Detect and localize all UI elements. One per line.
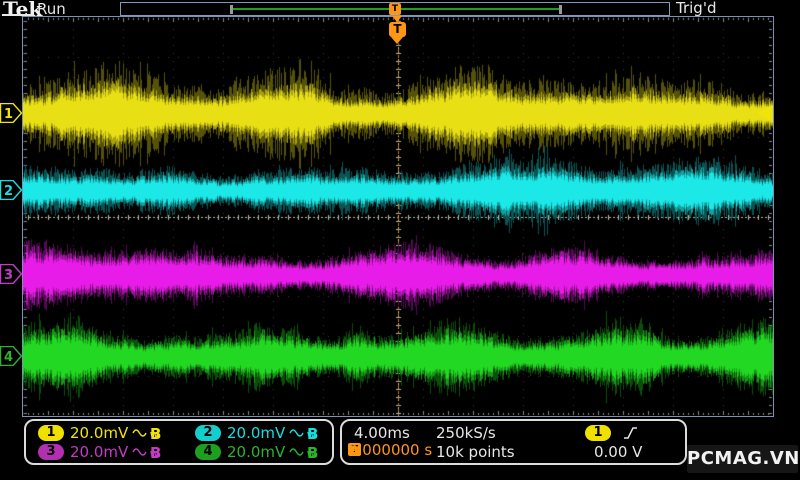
channel-3-marker-label: 3 [4, 268, 13, 283]
sample-rate: 250kS/s [436, 424, 496, 442]
channel-4-marker-label: 4 [4, 350, 13, 365]
trigger-delay-value: 0.000000 s [348, 440, 433, 459]
channel-2-scale: 20.0mV [227, 424, 286, 442]
channel-2-marker-label: 2 [4, 184, 13, 199]
timebase-scale: 4.00ms [354, 424, 410, 442]
channel-4-scale: 20.0mV [227, 443, 286, 461]
channel-1-ac-coupling-icon [132, 427, 147, 438]
trigger-source-badge: 1 [585, 425, 611, 441]
waveform-canvas [23, 17, 773, 416]
trigger-level-arrow-icon[interactable] [756, 105, 772, 121]
channel-1-marker-label: 1 [4, 107, 13, 122]
channel-3-scale: 20.0mV [70, 443, 129, 461]
channel-3-bandwidth-limit-icon: BW [150, 444, 162, 462]
channel-3-badge: 3 [38, 444, 64, 460]
channel-1-badge: 1 [38, 425, 64, 441]
record-length: 10k points [436, 443, 515, 461]
horizontal-trigger-readout-box: 4.00ms 250kS/s 1 T → ▼ 0.000000 s 10k point… [340, 419, 687, 465]
acquisition-preview-bar: T [120, 2, 670, 16]
channel-4-ac-coupling-icon [289, 446, 304, 457]
trigger-delay-readout: T → ▼ 0.000000 s [348, 441, 432, 459]
trigger-position-bar-icon[interactable]: T [389, 3, 401, 15]
oscilloscope-screen: Tek Run T Trig'd T 1 2 3 4 1 20.0mV B W … [0, 0, 800, 480]
channel-readout-box: 1 20.0mV BW 2 20.0mV BW 3 20.0mV BW 4 20… [24, 419, 334, 465]
channel-4-bandwidth-limit-icon: BW [307, 444, 319, 462]
trigger-status: Trig'd [676, 0, 717, 17]
channel-1-scale: 20.0mV [70, 424, 129, 442]
channel-2-ac-coupling-icon [289, 427, 304, 438]
rising-edge-slope-icon [622, 425, 639, 445]
channel-1-bandwidth-limit-icon: BW [150, 425, 162, 443]
channel-4-marker[interactable]: 4 [0, 346, 23, 366]
channel-3-marker[interactable]: 3 [0, 264, 23, 284]
channel-4-badge: 4 [195, 444, 221, 460]
graticule [22, 16, 774, 417]
trigger-level-value: 0.00 V [594, 443, 643, 461]
trigger-flag-bottom-triangle-icon [391, 37, 403, 44]
window-bracket-left-icon [230, 5, 233, 14]
channel-2-bandwidth-limit-icon: BW [307, 425, 319, 443]
channel-3-ac-coupling-icon [132, 446, 147, 457]
window-bracket-right-icon [559, 5, 562, 14]
channel-2-marker[interactable]: 2 [0, 180, 23, 200]
channel-2-badge: 2 [195, 425, 221, 441]
watermark: PCMAG.VN [687, 445, 799, 473]
channel-1-marker[interactable]: 1 [0, 103, 23, 123]
trigger-position-marker[interactable]: T [389, 22, 406, 37]
